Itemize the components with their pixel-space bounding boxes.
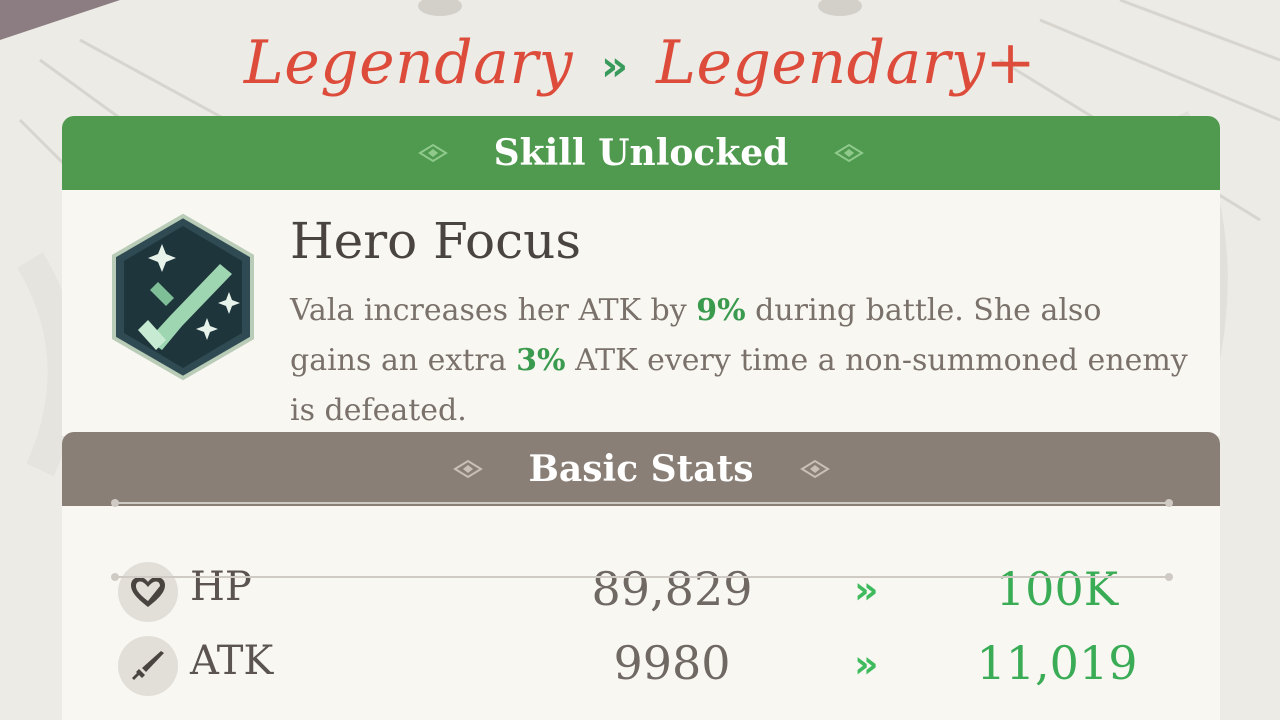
basic-stats-header: Basic Stats xyxy=(62,432,1220,506)
stat-new-hp: 100K xyxy=(995,562,1119,616)
promotion-arrow-icon: » xyxy=(601,40,629,90)
stat-old-atk: 9980 xyxy=(613,636,731,690)
skill-value-atk-bonus: 9% xyxy=(696,293,746,328)
stat-arrow-icon: » xyxy=(854,642,879,686)
basic-stats-title: Basic Stats xyxy=(528,448,754,490)
skill-value-extra-atk: 3% xyxy=(516,343,566,378)
skill-unlocked-header: Skill Unlocked xyxy=(62,116,1220,190)
divider xyxy=(111,499,1173,507)
skill-name: Hero Focus xyxy=(290,212,582,270)
stat-row-atk: ATK 9980 » 11,019 xyxy=(62,628,1220,702)
diamond-ornament-icon xyxy=(834,143,865,163)
skill-unlocked-title: Skill Unlocked xyxy=(493,132,789,174)
from-rank: Legendary xyxy=(243,28,574,98)
skill-unlocked-panel: Skill Unlocked Hero Focus Vala increases… xyxy=(62,116,1220,436)
heart-icon xyxy=(118,562,178,622)
diamond-ornament-icon xyxy=(452,459,483,479)
to-rank: Legendary+ xyxy=(656,28,1037,98)
sword-sparkle-icon[interactable] xyxy=(108,212,258,382)
diamond-ornament-icon xyxy=(799,459,830,479)
divider xyxy=(111,573,1173,581)
skill-description: Vala increases her ATK by 9% during batt… xyxy=(290,293,1188,428)
sword-icon xyxy=(118,636,178,696)
stat-label-atk: ATK xyxy=(190,638,274,684)
basic-stats-panel: Basic Stats HP 89,829 » 100K ATK 9980 » … xyxy=(62,432,1220,720)
diamond-ornament-icon xyxy=(417,143,448,163)
stat-label-hp: HP xyxy=(190,564,252,610)
stat-row-hp: HP 89,829 » 100K xyxy=(62,554,1220,628)
stat-old-hp: 89,829 xyxy=(591,562,753,616)
stat-new-atk: 11,019 xyxy=(976,636,1138,690)
promotion-title: Legendary » Legendary+ xyxy=(0,18,1280,108)
